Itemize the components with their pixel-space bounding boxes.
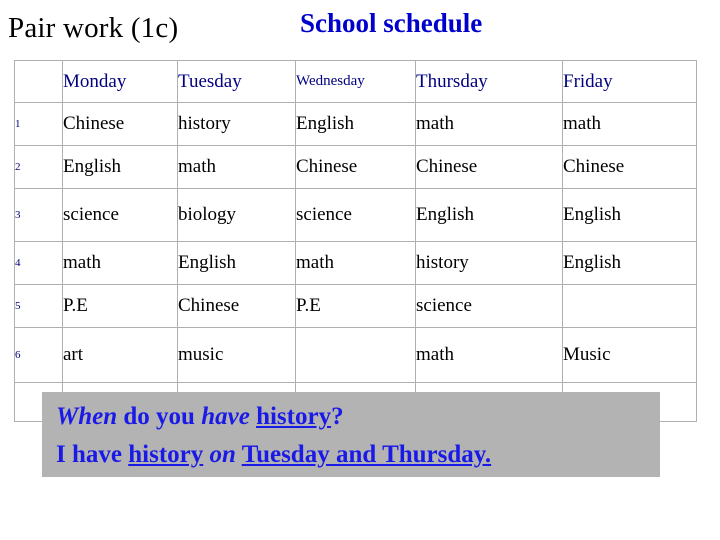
cell-friday: Chinese [562,145,697,189]
cell-monday: art [62,327,178,383]
cell-monday: P.E [62,284,178,328]
row-number: 5 [14,284,63,328]
cell-thursday: math [415,327,563,383]
cell-friday: Music [562,327,697,383]
column-header-monday: Monday [62,60,178,103]
cell-wednesday: math [295,241,416,285]
cell-tuesday: English [177,241,296,285]
dialogue-word-when: When [56,403,118,430]
column-header-wednesday: Wednesday [295,60,416,103]
row-number: 1 [14,102,63,146]
cell-tuesday: history [177,102,296,146]
cell-wednesday: science [295,188,416,242]
table-row: 6 art music math Music [14,327,697,383]
table-row: 1 Chinese history English math math [14,102,697,146]
cell-friday: English [562,188,697,242]
dialogue-days-phrase: Tuesday and Thursday. [241,441,492,468]
cell-tuesday: music [177,327,296,383]
row-number: 4 [14,241,63,285]
row-number: 3 [14,188,63,242]
school-schedule-table: Monday Tuesday Wednesday Thursday Friday… [14,60,697,422]
cell-monday: Chinese [62,102,178,146]
table-header-row: Monday Tuesday Wednesday Thursday Friday [14,60,697,103]
cell-thursday: math [415,102,563,146]
cell-wednesday: Chinese [295,145,416,189]
dialogue-text-i-have: I have [56,441,129,468]
dialogue-word-have: have [201,403,250,430]
column-header-thursday: Thursday [415,60,563,103]
table-row: 4 math English math history English [14,241,697,285]
cell-thursday: science [415,284,563,328]
dialogue-word-history-2: history [128,441,204,468]
dialogue-answer-line: I have history on Tuesday and Thursday. [56,436,660,474]
row-number: 2 [14,145,63,189]
cell-monday: science [62,188,178,242]
dialogue-question-line: When do you have history? [56,398,660,436]
table-row: 2 English math Chinese Chinese Chinese [14,145,697,189]
cell-wednesday [295,327,416,383]
cell-friday [562,284,697,328]
dialogue-question-mark: ? [331,403,344,430]
cell-thursday: history [415,241,563,285]
cell-thursday: Chinese [415,145,563,189]
cell-tuesday: math [177,145,296,189]
cell-wednesday: P.E [295,284,416,328]
dialogue-word-on: on [209,441,236,468]
table-row: 3 science biology science English Englis… [14,188,697,242]
cell-monday: math [62,241,178,285]
row-number: 6 [14,327,63,383]
cell-wednesday: English [295,102,416,146]
dialogue-text-do-you: do you [117,403,202,430]
cell-tuesday: biology [177,188,296,242]
cell-tuesday: Chinese [177,284,296,328]
page-title-school-schedule: School schedule [300,8,483,38]
cell-monday: English [62,145,178,189]
cell-friday: math [562,102,697,146]
cell-friday: English [562,241,697,285]
cell-thursday: English [415,188,563,242]
dialogue-word-history: history [256,403,332,430]
page-title-pair-work: Pair work (1c) [8,12,179,44]
table-row: 5 P.E Chinese P.E science [14,284,697,328]
column-header-tuesday: Tuesday [177,60,296,103]
column-header-friday: Friday [562,60,697,103]
dialogue-box: When do you have history? I have history… [42,392,660,477]
table-corner-cell [14,60,63,103]
